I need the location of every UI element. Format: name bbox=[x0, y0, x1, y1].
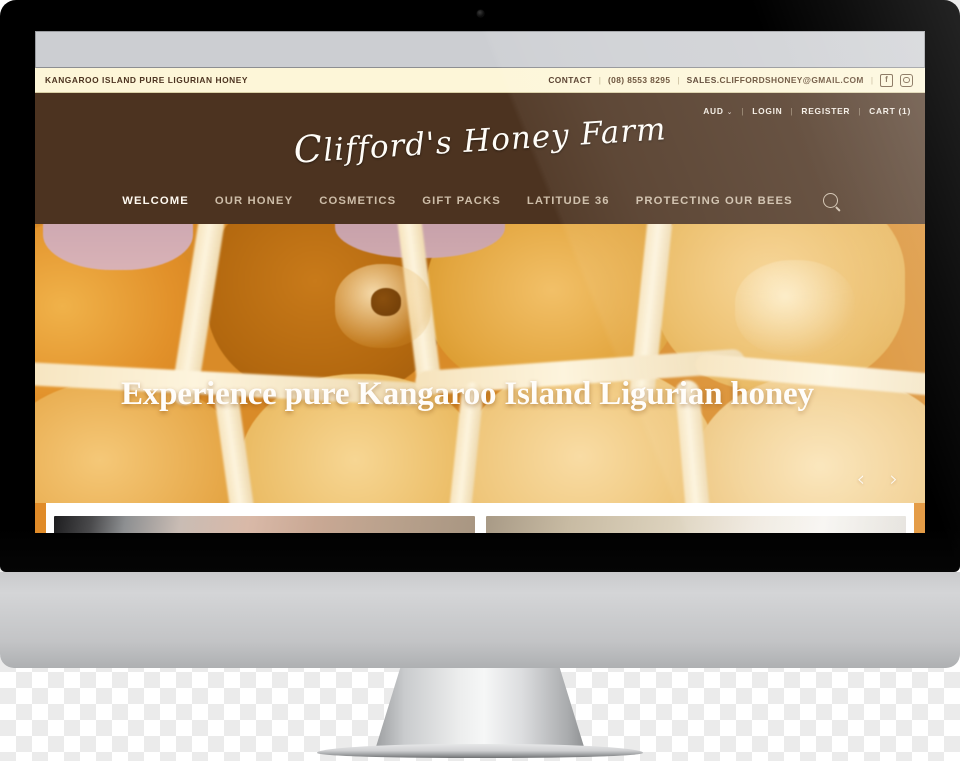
nav-item-our-honey[interactable]: OUR HONEY bbox=[215, 195, 293, 207]
content-strip bbox=[35, 503, 925, 533]
logo-initial: C bbox=[292, 126, 325, 172]
sales-label: SALES bbox=[686, 75, 717, 85]
content-card-right[interactable] bbox=[485, 516, 906, 533]
carousel-next-arrow[interactable]: › bbox=[890, 469, 898, 490]
contact-phone[interactable]: (08) 8553 8295 bbox=[608, 75, 670, 85]
site-logo[interactable]: Clifford's Honey Farm bbox=[35, 89, 925, 188]
nav-item-latitude-36[interactable]: LATITUDE 36 bbox=[527, 195, 610, 207]
hero-carousel: Experience pure Kangaroo Island Ligurian… bbox=[35, 224, 925, 503]
topbar-separator-1: | bbox=[598, 75, 601, 85]
site-topbar: KANGAROO ISLAND PURE LIGURIAN HONEY CONT… bbox=[35, 68, 925, 93]
site-header: AUD ⌄ | LOGIN | REGISTER | CART (1) Cliff… bbox=[35, 93, 925, 224]
content-cards bbox=[54, 516, 906, 533]
site-tagline: KANGAROO ISLAND PURE LIGURIAN HONEY bbox=[45, 75, 249, 85]
instagram-icon[interactable] bbox=[900, 73, 913, 87]
nav-item-gift-packs[interactable]: GIFT PACKS bbox=[422, 195, 501, 207]
monitor-screen: KANGAROO ISLAND PURE LIGURIAN HONEY CONT… bbox=[35, 31, 925, 533]
hero-background-image bbox=[35, 224, 925, 503]
hero-headline: Experience pure Kangaroo Island Ligurian… bbox=[121, 376, 814, 412]
carousel-prev-arrow[interactable]: ‹ bbox=[857, 469, 865, 490]
topbar-separator-3: | bbox=[870, 75, 873, 85]
nav-item-welcome[interactable]: WELCOME bbox=[122, 195, 189, 207]
email-address: .CLIFFORDSHONEY@GMAIL.COM bbox=[716, 75, 864, 85]
accent-bar-right bbox=[914, 503, 925, 533]
monitor-chin bbox=[0, 572, 960, 668]
main-navigation: WELCOME OUR HONEY COSMETICS GIFT PACKS L… bbox=[35, 193, 925, 208]
content-card-left[interactable] bbox=[54, 516, 475, 533]
monitor-stand-foot bbox=[317, 744, 643, 758]
accent-bar-left bbox=[35, 503, 46, 533]
browser-chrome-bar[interactable] bbox=[35, 31, 925, 68]
monitor-stand-neck bbox=[375, 668, 585, 750]
contact-label: CONTACT bbox=[548, 75, 592, 85]
webcam-dot bbox=[477, 10, 484, 17]
topbar-contact-group: CONTACT | (08) 8553 8295 | SALES.CLIFFOR… bbox=[548, 73, 913, 87]
facebook-icon[interactable]: f bbox=[880, 73, 893, 87]
imac-monitor: KANGAROO ISLAND PURE LIGURIAN HONEY CONT… bbox=[0, 0, 960, 572]
contact-email[interactable]: SALES.CLIFFORDSHONEY@GMAIL.COM bbox=[687, 75, 864, 85]
search-icon[interactable] bbox=[822, 193, 838, 208]
topbar-separator-2: | bbox=[677, 75, 680, 85]
nav-item-cosmetics[interactable]: COSMETICS bbox=[319, 195, 396, 207]
nav-item-protecting-our-bees[interactable]: PROTECTING OUR BEES bbox=[636, 195, 793, 207]
logo-text: lifford's Honey Farm bbox=[322, 111, 668, 169]
